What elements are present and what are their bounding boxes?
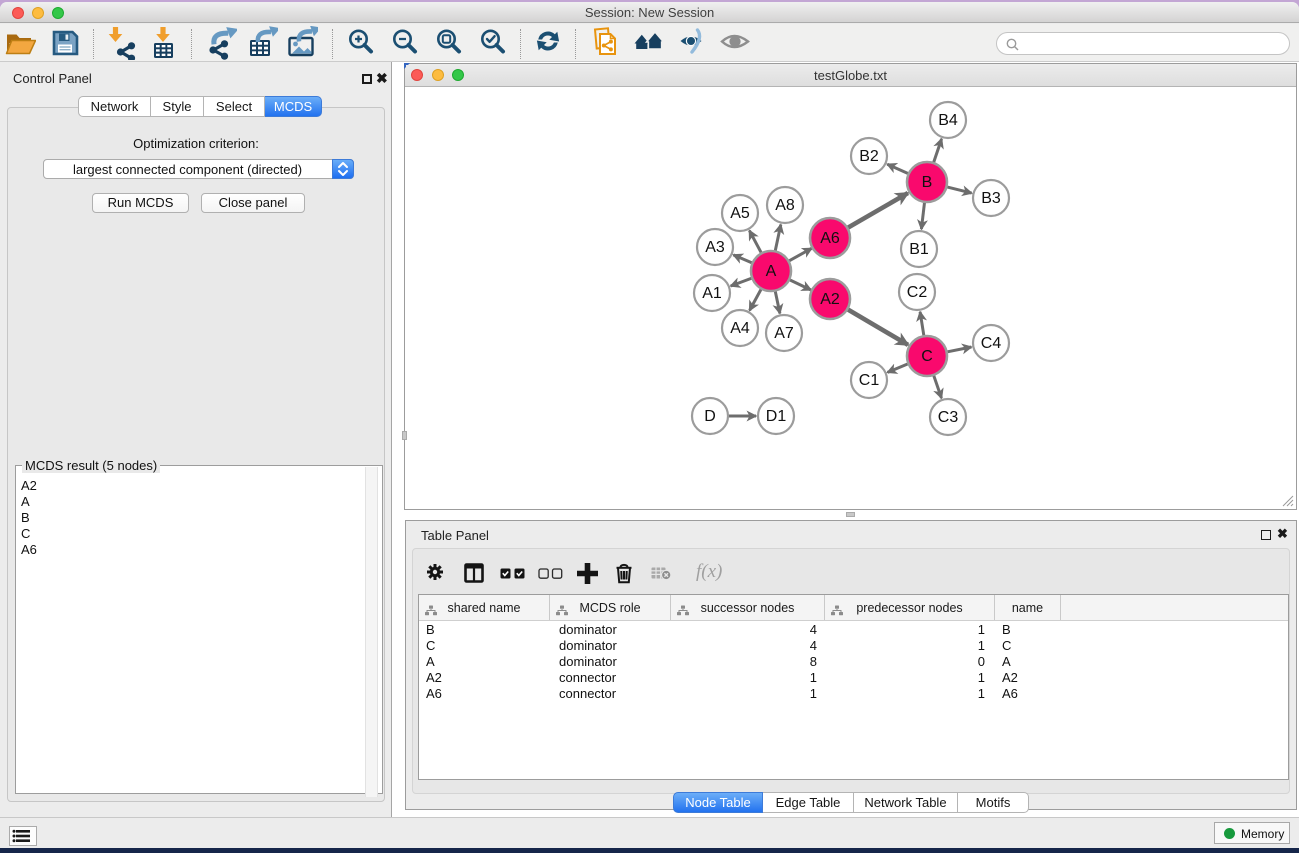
- svg-text:A1: A1: [702, 285, 722, 302]
- svg-text:B1: B1: [909, 241, 929, 258]
- svg-text:B2: B2: [859, 148, 879, 165]
- svg-text:D: D: [704, 408, 716, 425]
- svg-text:A5: A5: [730, 205, 750, 222]
- svg-text:A: A: [766, 263, 777, 280]
- svg-text:B3: B3: [981, 190, 1001, 207]
- svg-text:A2: A2: [820, 291, 840, 308]
- svg-text:C4: C4: [981, 335, 1002, 352]
- svg-text:A3: A3: [705, 239, 725, 256]
- svg-text:C2: C2: [907, 284, 928, 301]
- svg-text:B4: B4: [938, 112, 958, 129]
- svg-text:A7: A7: [774, 325, 794, 342]
- svg-text:D1: D1: [766, 408, 787, 425]
- svg-text:C1: C1: [859, 372, 880, 389]
- svg-text:C3: C3: [938, 409, 959, 426]
- svg-text:B: B: [922, 174, 933, 191]
- svg-text:C: C: [921, 348, 933, 365]
- svg-text:A6: A6: [820, 230, 840, 247]
- svg-text:A8: A8: [775, 197, 795, 214]
- svg-text:A4: A4: [730, 320, 750, 337]
